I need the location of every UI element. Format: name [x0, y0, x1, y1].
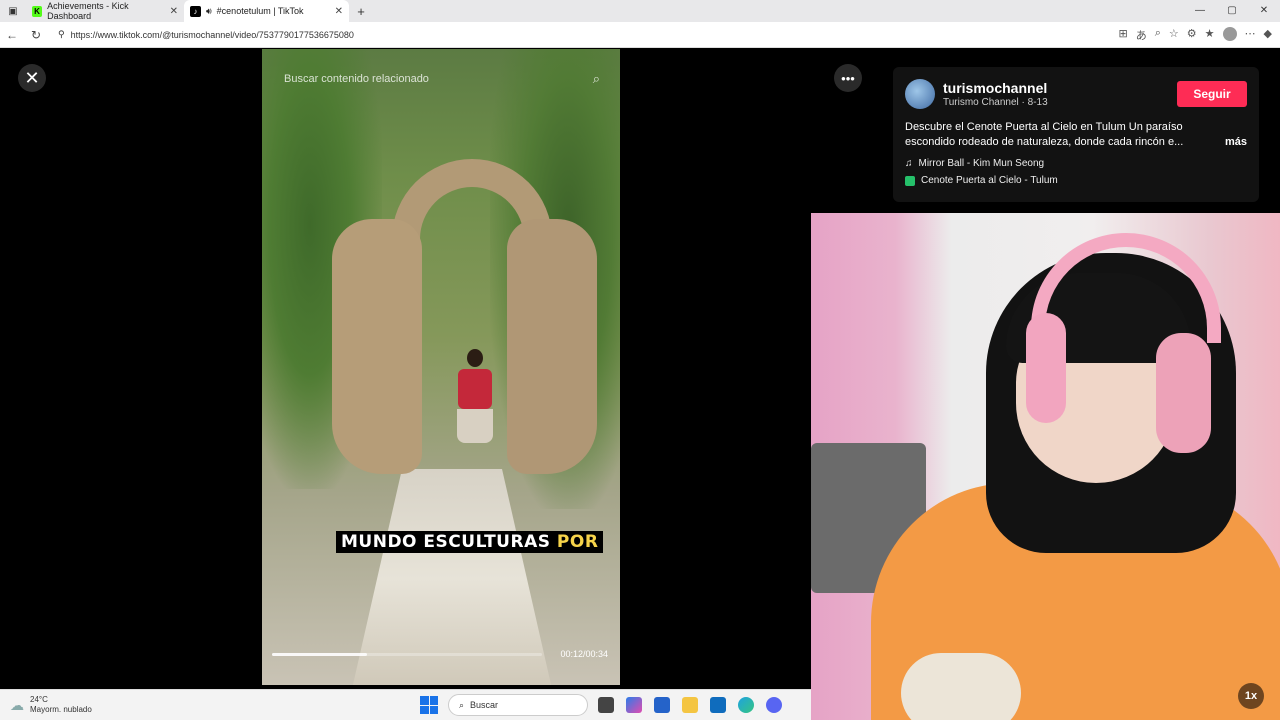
location-row[interactable]: Cenote Puerta al Cielo - Tulum [905, 175, 1247, 186]
music-row[interactable]: ♫ Mirror Ball - Kim Mun Seong [905, 158, 1247, 169]
extensions-icon[interactable]: ⚙ [1187, 27, 1197, 43]
video-caption: MUNDO ESCULTURAS POR [336, 531, 604, 553]
more-menu-icon[interactable]: ⋯ [1245, 27, 1256, 43]
close-tab-icon[interactable]: ✕ [335, 6, 343, 17]
copilot-icon[interactable]: ◆ [1264, 27, 1272, 43]
location-name[interactable]: Cenote Puerta al Cielo - Tulum [921, 175, 1058, 186]
window-menu-icon[interactable]: ▣ [0, 0, 26, 22]
follow-button[interactable]: Seguir [1177, 81, 1247, 107]
webcam-overlay: 1x [811, 213, 1280, 720]
copilot-app-icon[interactable] [626, 697, 642, 713]
video-scene [455, 349, 495, 469]
address-bar: ← ↻ ⚲ https://www.tiktok.com/@turismocha… [0, 22, 1280, 48]
store-icon[interactable] [654, 697, 670, 713]
maximize-button[interactable]: ▢ [1216, 0, 1248, 22]
taskbar-search-label: Buscar [470, 700, 499, 710]
zoom-icon[interactable]: ⌕ [1155, 27, 1161, 43]
speaker-icon[interactable]: 🔊︎ [206, 6, 212, 17]
video-progress-fill [272, 653, 367, 656]
location-icon [905, 175, 915, 186]
weather-condition: Mayorm. nublado [30, 705, 92, 714]
kick-favicon-icon: K [32, 5, 43, 17]
close-tab-icon[interactable]: ✕ [170, 6, 178, 17]
taskbar: ☁ 24°C Mayorm. nublado ⌕ Buscar [0, 689, 811, 720]
url-text: https://www.tiktok.com/@turismochannel/v… [70, 29, 354, 40]
author-subtitle: Turismo Channel · 8-13 [943, 97, 1048, 108]
tab-tiktok[interactable]: ♪ 🔊︎ #cenotetulum | TikTok ✕ [184, 0, 349, 22]
video-scene [507, 219, 597, 474]
file-explorer-icon[interactable] [682, 697, 698, 713]
author-row: turismochannel Turismo Channel · 8-13 Se… [905, 79, 1247, 109]
outlook-icon[interactable] [710, 697, 726, 713]
discord-icon[interactable] [766, 697, 782, 713]
search-icon: ⌕ [459, 699, 465, 710]
new-tab-button[interactable]: + [349, 4, 373, 19]
more-link[interactable]: más [1225, 135, 1247, 150]
webcam-scene [1026, 313, 1066, 423]
window-controls: — ▢ ✕ [1184, 0, 1280, 22]
webcam-scene [1156, 333, 1211, 453]
tiktok-favicon-icon: ♪ [190, 5, 201, 17]
close-icon[interactable]: ✕ [18, 64, 46, 92]
profile-avatar[interactable] [1222, 26, 1237, 41]
cloud-icon: ☁ [10, 696, 24, 713]
author-block: turismochannel Turismo Channel · 8-13 [943, 80, 1048, 108]
task-view-icon[interactable] [598, 697, 614, 713]
weather-text: 24°C Mayorm. nublado [30, 695, 92, 715]
video-progress-bar[interactable] [272, 653, 542, 656]
author-avatar[interactable] [905, 79, 935, 109]
post-description: Descubre el Cenote Puerta al Cielo en Tu… [905, 120, 1247, 150]
caption-text: MUNDO ESCULTURAS [341, 532, 551, 552]
favorites-icon[interactable]: ★ [1205, 27, 1215, 43]
music-note-icon: ♫ [905, 158, 913, 169]
tab-label: Achievements - Kick Dashboard [47, 1, 129, 21]
webcam-scene [901, 653, 1021, 720]
post-info-panel: turismochannel Turismo Channel · 8-13 Se… [893, 67, 1259, 202]
related-search-input[interactable]: Buscar contenido relacionado ⌕ [284, 71, 600, 87]
edge-icon[interactable] [738, 697, 754, 713]
browser-tabbar: ▣ K Achievements - Kick Dashboard ✕ ♪ 🔊︎… [0, 0, 1280, 22]
description-text: Descubre el Cenote Puerta al Cielo en Tu… [905, 121, 1184, 148]
address-toolbar: ⊞ あ ⌕ ☆ ⚙ ★ ⋯ ◆ [1119, 26, 1280, 43]
related-search-placeholder: Buscar contenido relacionado [284, 73, 429, 85]
translate-icon[interactable]: あ [1136, 27, 1147, 43]
weather-widget[interactable]: ☁ 24°C Mayorm. nublado [0, 695, 420, 715]
taskbar-search[interactable]: ⌕ Buscar [448, 694, 588, 716]
start-icon[interactable] [420, 696, 438, 714]
video-time: 00:12/00:34 [560, 649, 608, 659]
close-window-button[interactable]: ✕ [1248, 0, 1280, 22]
more-options-icon[interactable]: ••• [834, 64, 862, 92]
app-icon[interactable]: ⊞ [1119, 27, 1128, 43]
playback-speed-button[interactable]: 1x [1238, 683, 1264, 709]
favorite-star-icon[interactable]: ☆ [1169, 27, 1179, 43]
url-field[interactable]: ⚲ https://www.tiktok.com/@turismochannel… [52, 25, 1052, 45]
reload-icon[interactable]: ↻ [24, 28, 48, 42]
music-title[interactable]: Mirror Ball - Kim Mun Seong [919, 158, 1045, 169]
minimize-button[interactable]: — [1184, 0, 1216, 22]
tab-kick-dashboard[interactable]: K Achievements - Kick Dashboard ✕ [26, 0, 184, 22]
author-name[interactable]: turismochannel [943, 80, 1048, 96]
taskbar-apps [598, 697, 782, 713]
caption-highlight: POR [556, 532, 599, 552]
back-icon[interactable]: ← [0, 28, 24, 42]
video-scene [332, 219, 422, 474]
video-player[interactable]: Buscar contenido relacionado ⌕ MUNDO ESC… [262, 49, 620, 685]
search-icon[interactable]: ⌕ [593, 71, 600, 87]
temperature: 24°C [30, 695, 48, 704]
tab-label: #cenotetulum | TikTok [216, 6, 304, 16]
site-info-icon[interactable]: ⚲ [58, 29, 65, 40]
